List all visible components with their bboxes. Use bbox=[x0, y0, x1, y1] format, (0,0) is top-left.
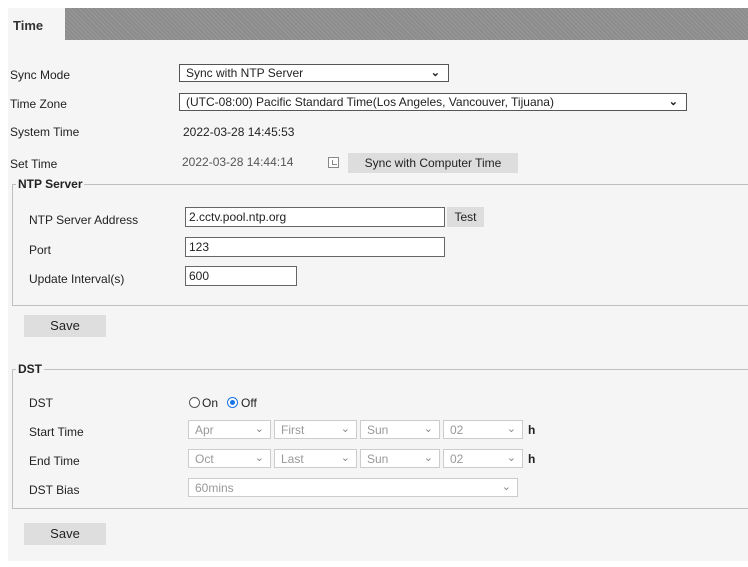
start-hour-value: 02 bbox=[450, 423, 464, 437]
set-time-input[interactable]: 2022-03-28 14:44:14 bbox=[179, 153, 344, 173]
chevron-down-icon: ⌄ bbox=[506, 423, 516, 435]
end-day-value: Sun bbox=[367, 452, 389, 466]
start-month-select[interactable]: Apr ⌄ bbox=[188, 420, 271, 439]
time-zone-select[interactable]: (UTC-08:00) Pacific Standard Time(Los An… bbox=[179, 93, 687, 111]
start-hour-select[interactable]: 02 ⌄ bbox=[443, 420, 523, 439]
end-hour-value: 02 bbox=[450, 452, 464, 466]
end-week-select[interactable]: Last ⌄ bbox=[274, 449, 357, 468]
dst-bias-select[interactable]: 60mins ⌄ bbox=[188, 478, 518, 497]
dst-legend: DST bbox=[16, 362, 44, 376]
port-label: Port bbox=[29, 243, 52, 257]
system-time-label: System Time bbox=[10, 125, 80, 139]
end-month-value: Oct bbox=[195, 452, 214, 466]
ntp-address-label: NTP Server Address bbox=[29, 213, 139, 227]
end-day-select[interactable]: Sun ⌄ bbox=[360, 449, 440, 468]
start-day-select[interactable]: Sun ⌄ bbox=[360, 420, 440, 439]
calendar-icon[interactable] bbox=[328, 157, 339, 168]
port-input[interactable]: 123 bbox=[185, 237, 445, 257]
chevron-down-icon: ⌄ bbox=[506, 452, 516, 464]
ntp-server-legend: NTP Server bbox=[16, 177, 85, 191]
chevron-down-icon: ⌄ bbox=[423, 423, 433, 435]
chevron-down-icon: ⌄ bbox=[423, 452, 433, 464]
ntp-address-input[interactable]: 2.cctv.pool.ntp.org bbox=[185, 207, 445, 227]
save-button[interactable]: Save bbox=[24, 523, 106, 545]
dst-on-radio[interactable] bbox=[189, 397, 200, 408]
test-button[interactable]: Test bbox=[447, 207, 484, 227]
tab-bar bbox=[8, 8, 748, 40]
sync-mode-value: Sync with NTP Server bbox=[186, 66, 304, 80]
start-week-select[interactable]: First ⌄ bbox=[274, 420, 357, 439]
dst-off-radio[interactable] bbox=[227, 397, 238, 408]
chevron-down-icon: ⌄ bbox=[340, 452, 350, 464]
update-interval-input[interactable]: 600 bbox=[185, 266, 297, 286]
sync-mode-select[interactable]: Sync with NTP Server ⌄ bbox=[179, 64, 449, 82]
chevron-down-icon: ⌄ bbox=[430, 67, 440, 79]
end-week-value: Last bbox=[281, 452, 304, 466]
chevron-down-icon: ⌄ bbox=[254, 423, 264, 435]
chevron-down-icon: ⌄ bbox=[501, 481, 511, 493]
sync-computer-time-button[interactable]: Sync with Computer Time bbox=[348, 153, 518, 173]
end-time-label: End Time bbox=[29, 454, 80, 468]
system-time-value: 2022-03-28 14:45:53 bbox=[183, 125, 295, 139]
start-hour-unit: h bbox=[528, 423, 536, 437]
time-zone-value: (UTC-08:00) Pacific Standard Time(Los An… bbox=[186, 95, 554, 109]
start-week-value: First bbox=[281, 423, 305, 437]
dst-bias-value: 60mins bbox=[195, 481, 234, 495]
set-time-label: Set Time bbox=[10, 157, 58, 171]
end-hour-select[interactable]: 02 ⌄ bbox=[443, 449, 523, 468]
update-interval-label: Update Interval(s) bbox=[29, 272, 125, 286]
chevron-down-icon: ⌄ bbox=[254, 452, 264, 464]
end-month-select[interactable]: Oct ⌄ bbox=[188, 449, 271, 468]
dst-off-label: Off bbox=[241, 396, 257, 410]
start-day-value: Sun bbox=[367, 423, 389, 437]
time-zone-label: Time Zone bbox=[10, 97, 67, 111]
end-hour-unit: h bbox=[528, 452, 536, 466]
dst-on-label: On bbox=[202, 396, 219, 410]
chevron-down-icon: ⌄ bbox=[340, 423, 350, 435]
tab-time[interactable]: Time bbox=[8, 8, 65, 40]
dst-bias-label: DST Bias bbox=[29, 483, 80, 497]
sync-mode-label: Sync Mode bbox=[10, 68, 71, 82]
start-time-label: Start Time bbox=[29, 425, 84, 439]
dst-label: DST bbox=[29, 396, 53, 410]
save-button[interactable]: Save bbox=[24, 315, 106, 337]
start-month-value: Apr bbox=[195, 423, 214, 437]
chevron-down-icon: ⌄ bbox=[668, 96, 678, 108]
